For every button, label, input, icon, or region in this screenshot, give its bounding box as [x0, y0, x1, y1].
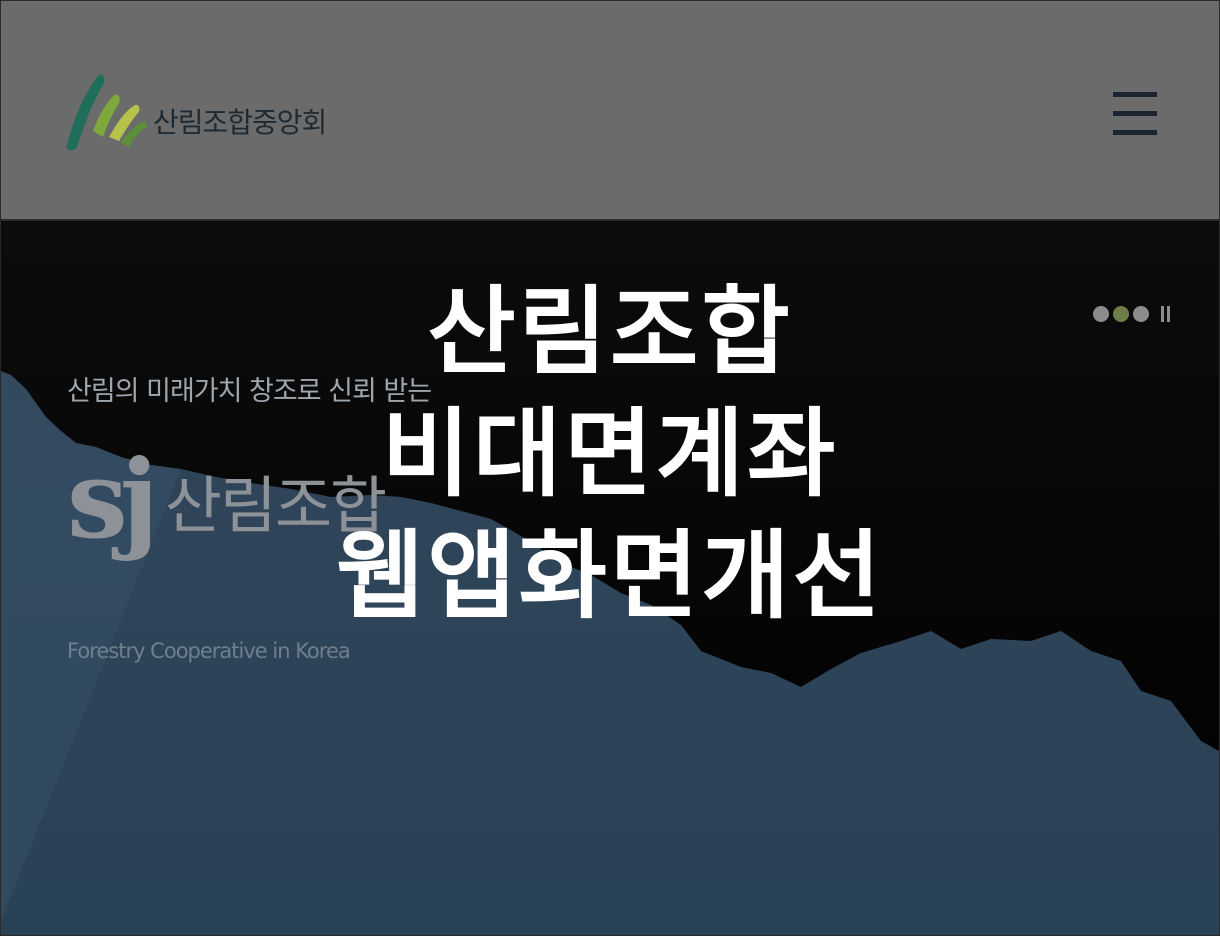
headline-line-1: 산림조합 — [427, 276, 793, 388]
headline-line-3: 웹앱화면개선 — [336, 520, 884, 632]
logo-text: 산림조합중앙회 — [153, 106, 327, 139]
app-frame: 산림조합중앙회 산림의 미래가치 창조로 신뢰 받는 sj 산림조합 Fores… — [0, 0, 1220, 936]
headline-line-2: 비대면계좌 — [381, 398, 839, 510]
site-logo[interactable]: 산림조합중앙회 — [63, 71, 327, 153]
menu-bar-middle — [1113, 111, 1157, 116]
overlay-headline: 산림조합 비대면계좌 웹앱화면개선 — [1, 271, 1219, 637]
hero-subtitle: Forestry Cooperative in Korea — [67, 639, 351, 663]
logo-mark-icon — [66, 74, 147, 151]
hamburger-menu-icon[interactable] — [1111, 89, 1159, 137]
menu-bar-bottom — [1113, 130, 1157, 135]
menu-bar-top — [1113, 92, 1157, 97]
site-header: 산림조합중앙회 — [1, 1, 1219, 221]
